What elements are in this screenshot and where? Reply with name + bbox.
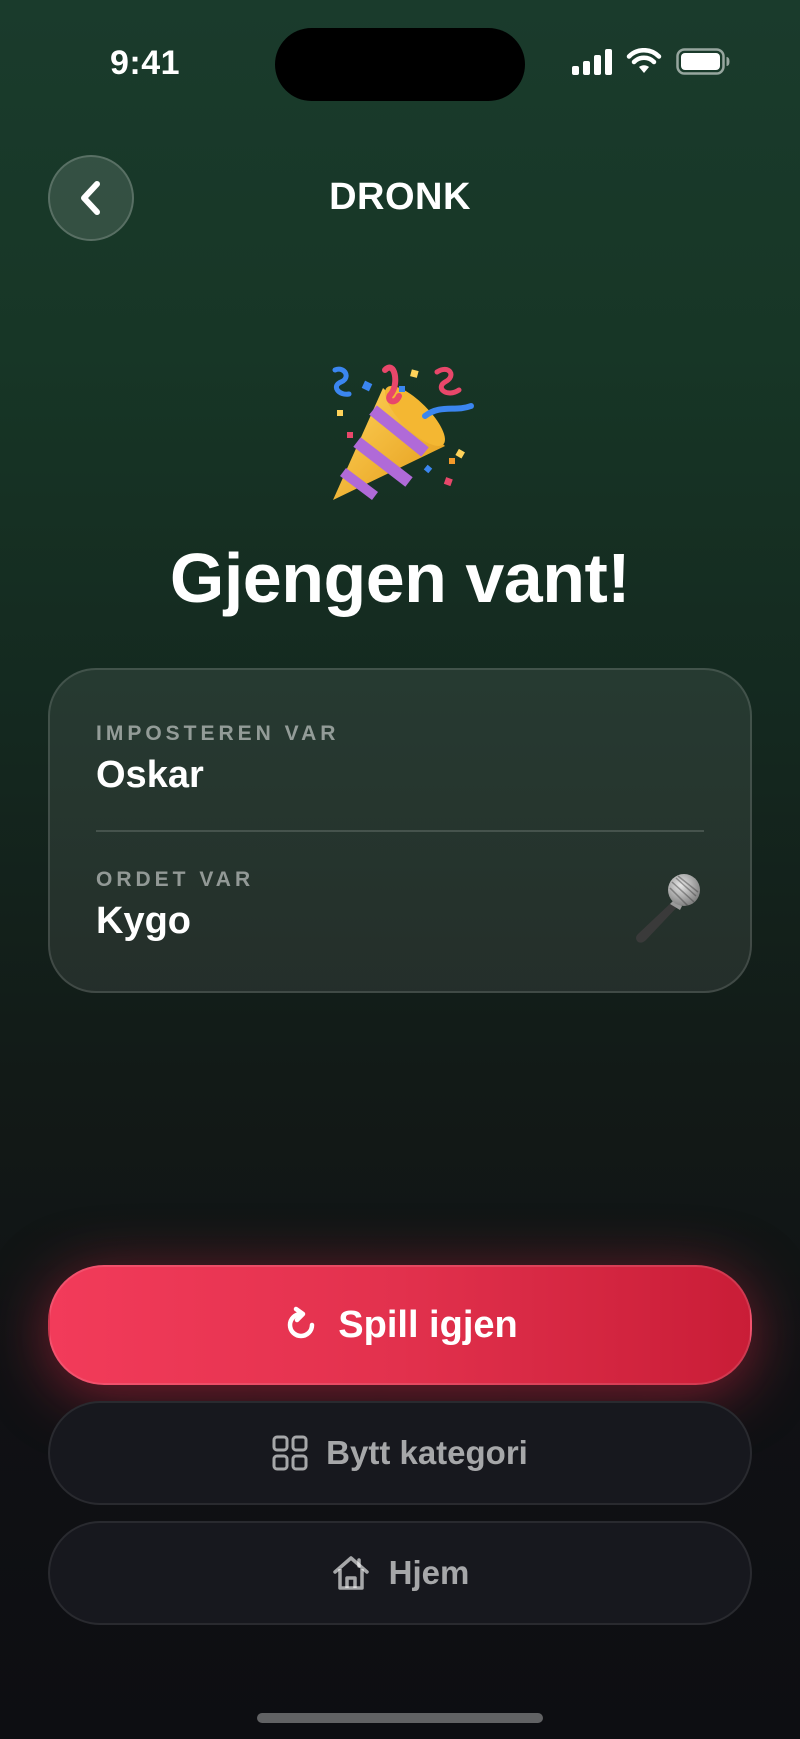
home-icon — [332, 1556, 369, 1590]
battery-icon — [676, 48, 730, 75]
wifi-icon — [626, 48, 662, 73]
home-indicator — [257, 1713, 543, 1723]
grid-icon — [272, 1435, 308, 1471]
home-label: Hjem — [388, 1554, 470, 1591]
cellular-signal-icon — [572, 48, 612, 75]
play-again-label: Spill igjen — [338, 1303, 518, 1346]
status-icons — [572, 48, 730, 75]
word-label: ORDET VAR — [96, 868, 255, 891]
imposter-label: IMPOSTEREN VAR — [96, 722, 340, 745]
game-result-screen: 9:41 DRONK Gjengen vant! IMPOSTEREN VAR … — [0, 0, 800, 1739]
dynamic-island — [275, 28, 525, 101]
result-title: Gjengen vant! — [169, 539, 631, 617]
change-category-label: Bytt kategori — [326, 1434, 528, 1471]
refresh-icon — [288, 1306, 315, 1339]
app-title: DRONK — [329, 176, 471, 218]
imposter-name: Oskar — [96, 754, 204, 796]
change-category-button[interactable]: Bytt kategori — [48, 1401, 752, 1505]
home-button[interactable]: Hjem — [48, 1521, 752, 1625]
play-again-button[interactable]: Spill igjen — [48, 1265, 752, 1385]
secret-word: Kygo — [96, 900, 191, 942]
microphone-icon — [636, 874, 700, 943]
card-divider — [96, 830, 704, 832]
reveal-card: IMPOSTEREN VAR Oskar ORDET VAR Kygo — [48, 668, 752, 993]
status-time: 9:41 — [110, 44, 181, 82]
party-popper-icon — [332, 364, 474, 500]
